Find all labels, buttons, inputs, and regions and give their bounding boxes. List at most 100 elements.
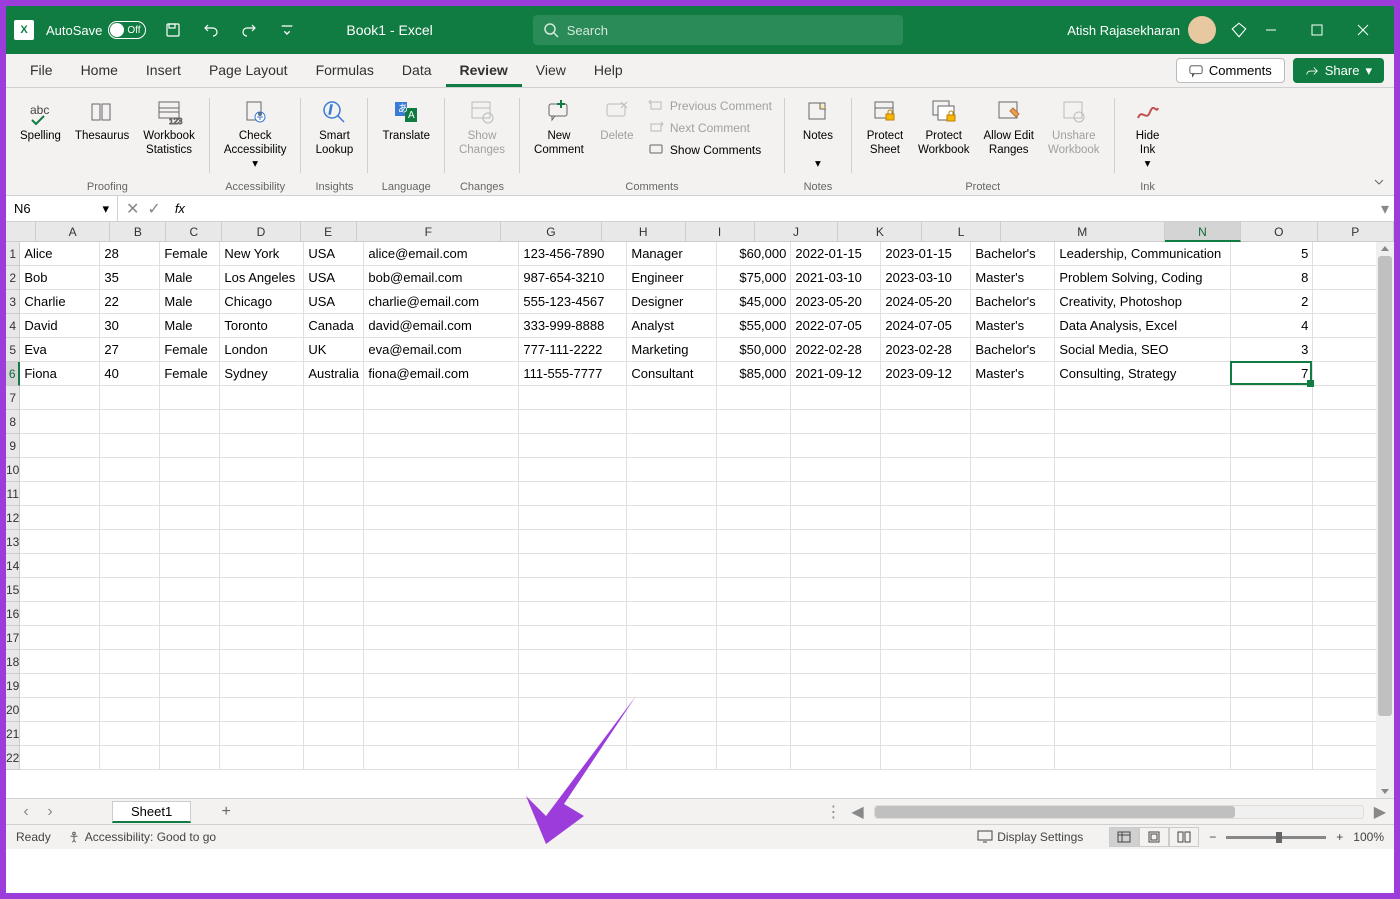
cell-I14[interactable]: [717, 554, 791, 578]
cell-H6[interactable]: Consultant: [627, 362, 717, 386]
cell-F13[interactable]: [364, 530, 519, 554]
cell-E5[interactable]: UK: [304, 338, 364, 362]
page-break-view-button[interactable]: [1169, 827, 1199, 847]
cell-B19[interactable]: [100, 674, 160, 698]
hide-ink-button[interactable]: Hide Ink ▾: [1123, 92, 1173, 175]
cell-E2[interactable]: USA: [304, 266, 364, 290]
cell-C2[interactable]: Male: [160, 266, 220, 290]
cell-F4[interactable]: david@email.com: [364, 314, 519, 338]
cell-B4[interactable]: 30: [100, 314, 160, 338]
column-header-D[interactable]: D: [222, 222, 300, 242]
row-header-20[interactable]: 20: [6, 698, 20, 722]
cell-L17[interactable]: [971, 626, 1055, 650]
row-header-5[interactable]: 5: [6, 338, 20, 362]
cell-J18[interactable]: [791, 650, 881, 674]
cell-K13[interactable]: [881, 530, 971, 554]
row-header-3[interactable]: 3: [6, 290, 20, 314]
next-sheet-button[interactable]: ›: [38, 803, 62, 821]
scrollbar-thumb[interactable]: [1378, 256, 1392, 716]
protect-workbook-button[interactable]: Protect Workbook: [912, 92, 976, 162]
cell-C14[interactable]: [160, 554, 220, 578]
cell-M1[interactable]: Leadership, Communication: [1055, 242, 1231, 266]
cell-E14[interactable]: [304, 554, 364, 578]
cell-G12[interactable]: [519, 506, 627, 530]
cell-B8[interactable]: [100, 410, 160, 434]
cell-M9[interactable]: [1055, 434, 1231, 458]
cell-F1[interactable]: alice@email.com: [364, 242, 519, 266]
cell-N10[interactable]: [1231, 458, 1313, 482]
menu-page-layout[interactable]: Page Layout: [195, 56, 302, 87]
translate-button[interactable]: あATranslate: [376, 92, 436, 148]
menu-help[interactable]: Help: [580, 56, 637, 87]
cell-C12[interactable]: [160, 506, 220, 530]
row-header-13[interactable]: 13: [6, 530, 20, 554]
cell-E19[interactable]: [304, 674, 364, 698]
cell-C4[interactable]: Male: [160, 314, 220, 338]
column-header-F[interactable]: F: [357, 222, 501, 242]
cell-L19[interactable]: [971, 674, 1055, 698]
cell-B10[interactable]: [100, 458, 160, 482]
cell-E13[interactable]: [304, 530, 364, 554]
scrollbar-thumb[interactable]: [875, 806, 1235, 818]
expand-formula-bar-button[interactable]: ▾: [1376, 199, 1394, 219]
cell-F18[interactable]: [364, 650, 519, 674]
cell-A15[interactable]: [20, 578, 100, 602]
cell-M18[interactable]: [1055, 650, 1231, 674]
cell-F6[interactable]: fiona@email.com: [364, 362, 519, 386]
row-header-12[interactable]: 12: [6, 506, 20, 530]
cell-C10[interactable]: [160, 458, 220, 482]
cell-D11[interactable]: [220, 482, 304, 506]
cell-N19[interactable]: [1231, 674, 1313, 698]
cell-M16[interactable]: [1055, 602, 1231, 626]
status-accessibility[interactable]: Accessibility: Good to go: [67, 830, 216, 844]
cell-I16[interactable]: [717, 602, 791, 626]
cell-C20[interactable]: [160, 698, 220, 722]
cell-K11[interactable]: [881, 482, 971, 506]
prev-sheet-button[interactable]: ‹: [14, 803, 38, 821]
column-header-E[interactable]: E: [301, 222, 357, 242]
diamond-icon[interactable]: [1230, 21, 1248, 39]
cell-F7[interactable]: [364, 386, 519, 410]
cell-I9[interactable]: [717, 434, 791, 458]
cell-H9[interactable]: [627, 434, 717, 458]
cell-K14[interactable]: [881, 554, 971, 578]
cell-D6[interactable]: Sydney: [220, 362, 304, 386]
cell-J5[interactable]: 2022-02-28: [791, 338, 881, 362]
cell-D18[interactable]: [220, 650, 304, 674]
allow-edit-ranges-button[interactable]: Allow Edit Ranges: [978, 92, 1041, 162]
cell-B7[interactable]: [100, 386, 160, 410]
column-header-H[interactable]: H: [602, 222, 686, 242]
cell-J14[interactable]: [791, 554, 881, 578]
cell-G10[interactable]: [519, 458, 627, 482]
show-changes-button[interactable]: Show Changes: [453, 92, 511, 162]
cell-D1[interactable]: New York: [220, 242, 304, 266]
cell-L15[interactable]: [971, 578, 1055, 602]
cell-K16[interactable]: [881, 602, 971, 626]
cell-C9[interactable]: [160, 434, 220, 458]
cell-J21[interactable]: [791, 722, 881, 746]
row-header-18[interactable]: 18: [6, 650, 20, 674]
cell-K12[interactable]: [881, 506, 971, 530]
cell-F16[interactable]: [364, 602, 519, 626]
cell-K5[interactable]: 2023-02-28: [881, 338, 971, 362]
cell-D17[interactable]: [220, 626, 304, 650]
cell-D20[interactable]: [220, 698, 304, 722]
next-comment-button[interactable]: Next Comment: [644, 118, 776, 138]
cell-I13[interactable]: [717, 530, 791, 554]
cell-K8[interactable]: [881, 410, 971, 434]
zoom-out-button[interactable]: −: [1209, 830, 1216, 844]
cell-F2[interactable]: bob@email.com: [364, 266, 519, 290]
cell-F11[interactable]: [364, 482, 519, 506]
row-header-11[interactable]: 11: [6, 482, 20, 506]
cell-C7[interactable]: [160, 386, 220, 410]
cell-K19[interactable]: [881, 674, 971, 698]
cell-M21[interactable]: [1055, 722, 1231, 746]
cell-H18[interactable]: [627, 650, 717, 674]
cell-K21[interactable]: [881, 722, 971, 746]
cell-E18[interactable]: [304, 650, 364, 674]
cell-H1[interactable]: Manager: [627, 242, 717, 266]
cell-N2[interactable]: 8: [1231, 266, 1313, 290]
cell-L18[interactable]: [971, 650, 1055, 674]
display-settings-button[interactable]: Display Settings: [977, 830, 1083, 844]
fx-icon[interactable]: fx: [175, 201, 185, 216]
